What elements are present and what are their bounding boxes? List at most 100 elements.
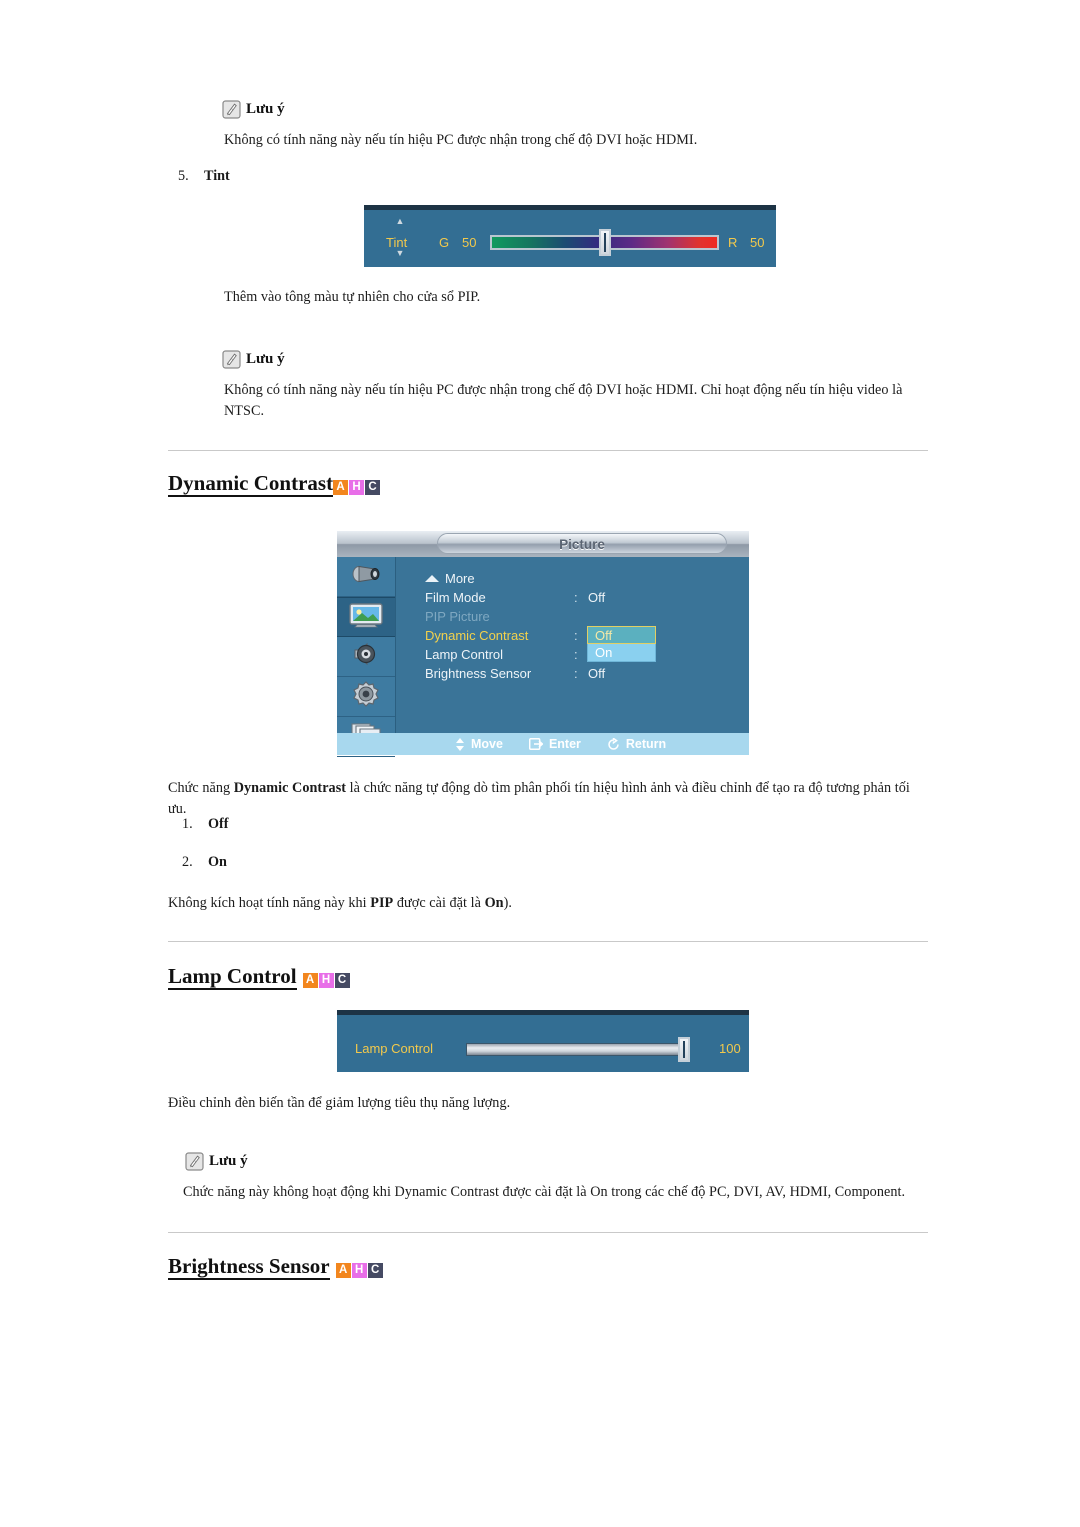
sidebar-item-setup[interactable] [337, 677, 395, 717]
heading-dynamic-contrast-text: Dynamic Contrast [168, 472, 334, 498]
dc-option-1: 1. Off [182, 816, 229, 833]
note-pencil-icon [222, 350, 241, 369]
badge-group-brightness-sensor: A H C [335, 1263, 383, 1280]
tint-up-arrow-icon[interactable]: ▲ [394, 217, 406, 226]
badge-a: A [333, 480, 349, 496]
tint-slider-thumb[interactable] [599, 229, 611, 256]
lamp-slider-track[interactable] [466, 1043, 690, 1056]
note-pencil-icon [222, 100, 241, 119]
list-item-tint: 5. Tint [178, 168, 230, 185]
dc-foot-mid: được cài đặt là [393, 895, 485, 911]
dc-option-2-number: 2. [182, 854, 193, 870]
dropdown-option-off[interactable]: Off [587, 626, 656, 644]
osd-row-brightness-sensor-label: Brightness Sensor [425, 666, 532, 681]
dropdown-option-on[interactable]: On [587, 644, 656, 662]
osd-row-film-mode-value: Off [588, 590, 606, 605]
dc-foot-b1: PIP [370, 895, 394, 911]
osd-row-brightness-sensor-colon: : [574, 666, 578, 681]
heading-lamp-control: Lamp Control A H C [168, 965, 350, 991]
enter-icon [528, 737, 544, 751]
heading-brightness-sensor-text: Brightness Sensor [168, 1255, 330, 1281]
note-heading-2: Lưu ý [222, 350, 285, 369]
lamp-control-osd-widget: Lamp Control 100 [337, 1010, 749, 1072]
badge-c: C [365, 480, 381, 496]
dynamic-contrast-footnote: Không kích hoạt tính năng này khi PIP đư… [168, 893, 928, 914]
heading-dynamic-contrast: Dynamic Contrast A H C [168, 472, 381, 498]
badge-group-dynamic-contrast: A H C [333, 480, 381, 497]
input-source-icon [349, 562, 383, 591]
section-divider-3 [168, 1232, 928, 1233]
lamp-slider-thumb[interactable] [678, 1037, 690, 1062]
footer-enter[interactable]: Enter [528, 737, 581, 751]
dc-foot-b2: On [484, 895, 504, 911]
badge-group-lamp-control: A H C [302, 973, 350, 990]
section-divider-1 [168, 450, 928, 451]
osd-picture-menu: Picture More Film Mode: Off PIP Picture… [337, 531, 749, 757]
dc-foot-post: ). [503, 895, 512, 911]
badge-h: H [349, 480, 365, 496]
osd-row-more-label: More [425, 571, 574, 586]
lamp-control-description: Điều chỉnh đèn biến tần để giảm lượng ti… [168, 1095, 511, 1111]
osd-row-film-mode-label: Film Mode [425, 590, 486, 605]
dc-desc-pre: Chức năng [168, 780, 234, 796]
list-item-label: Tint [204, 168, 230, 184]
tint-down-arrow-icon[interactable]: ▼ [394, 249, 406, 258]
osd-title-text: Picture [559, 537, 605, 552]
tint-left-letter: G [439, 235, 450, 250]
osd-row-film-mode-colon: : [574, 590, 578, 605]
osd-row-lamp-control[interactable]: Lamp Control : [425, 645, 741, 664]
note-pencil-icon [185, 1152, 204, 1171]
note-heading-1: Lưu ý [222, 100, 285, 119]
setup-gear-icon [351, 680, 381, 713]
osd-row-dynamic-contrast-label: Dynamic Contrast [425, 628, 529, 643]
osd-titlebar: Picture [337, 531, 749, 557]
osd-row-pip-picture-label: PIP Picture [425, 609, 490, 624]
osd-row-lamp-control-label: Lamp Control [425, 647, 504, 662]
osd-row-pip-picture: PIP Picture [425, 607, 741, 626]
heading-brightness-sensor: Brightness Sensor A H C [168, 1255, 383, 1281]
osd-footer: Move Enter Return [337, 733, 749, 755]
tint-description: Thêm vào tông màu tự nhiên cho cửa sổ PI… [224, 289, 481, 305]
picture-icon [348, 602, 384, 633]
footer-return-label: Return [625, 737, 667, 751]
osd-row-more-text: More [445, 571, 475, 586]
chevron-up-icon [425, 574, 439, 582]
note-text-2: Không có tính năng này nếu tín hiệu PC đ… [224, 382, 903, 419]
dc-foot-pre: Không kích hoạt tính năng này khi [168, 895, 371, 911]
badge-c: C [334, 973, 350, 989]
sidebar-item-input-source[interactable] [337, 557, 395, 597]
osd-row-dynamic-contrast[interactable]: Dynamic Contrast : Off On [425, 626, 741, 662]
dc-desc-bold: Dynamic Contrast [233, 780, 347, 796]
move-updown-icon [455, 737, 465, 751]
tint-osd-widget: ▲ Tint ▼ G 50 R 50 [364, 205, 776, 267]
osd-row-film-mode[interactable]: Film Mode : Off [425, 588, 741, 607]
sidebar-item-sound[interactable] [337, 637, 395, 677]
footer-move[interactable]: Move [455, 737, 503, 751]
note-text-3: Chức năng này không hoạt động khi Dynami… [183, 1184, 906, 1200]
osd-sidebar [337, 557, 396, 757]
heading-lamp-control-text: Lamp Control [168, 965, 297, 991]
footer-move-label: Move [471, 737, 503, 751]
badge-a: A [335, 1263, 351, 1279]
dc-option-1-label: Off [208, 816, 229, 832]
note-label-2: Lưu ý [246, 351, 285, 367]
sound-icon [351, 641, 381, 672]
dc-option-2: 2. On [182, 854, 227, 871]
osd-row-brightness-sensor-value: Off [588, 666, 606, 681]
osd-dropdown-dynamic-contrast[interactable]: Off On [587, 626, 656, 662]
osd-menu-list: More Film Mode : Off PIP Picture Dynamic… [425, 569, 741, 683]
note-heading-3: Lưu ý [185, 1152, 248, 1171]
osd-row-brightness-sensor[interactable]: Brightness Sensor : Off [425, 664, 741, 683]
sidebar-item-picture[interactable] [337, 597, 395, 637]
tint-left-value: 50 [462, 235, 477, 250]
tint-right-letter: R [728, 235, 738, 250]
osd-row-lamp-control-colon: : [574, 647, 578, 662]
footer-return[interactable]: Return [607, 736, 667, 751]
osd-row-more[interactable]: More [425, 569, 741, 588]
tint-right-value: 50 [750, 235, 765, 250]
dc-option-2-label: On [208, 854, 227, 870]
list-item-number: 5. [178, 168, 189, 184]
badge-h: H [318, 973, 334, 989]
badge-c: C [367, 1263, 383, 1279]
osd-row-dynamic-contrast-colon: : [574, 628, 578, 643]
